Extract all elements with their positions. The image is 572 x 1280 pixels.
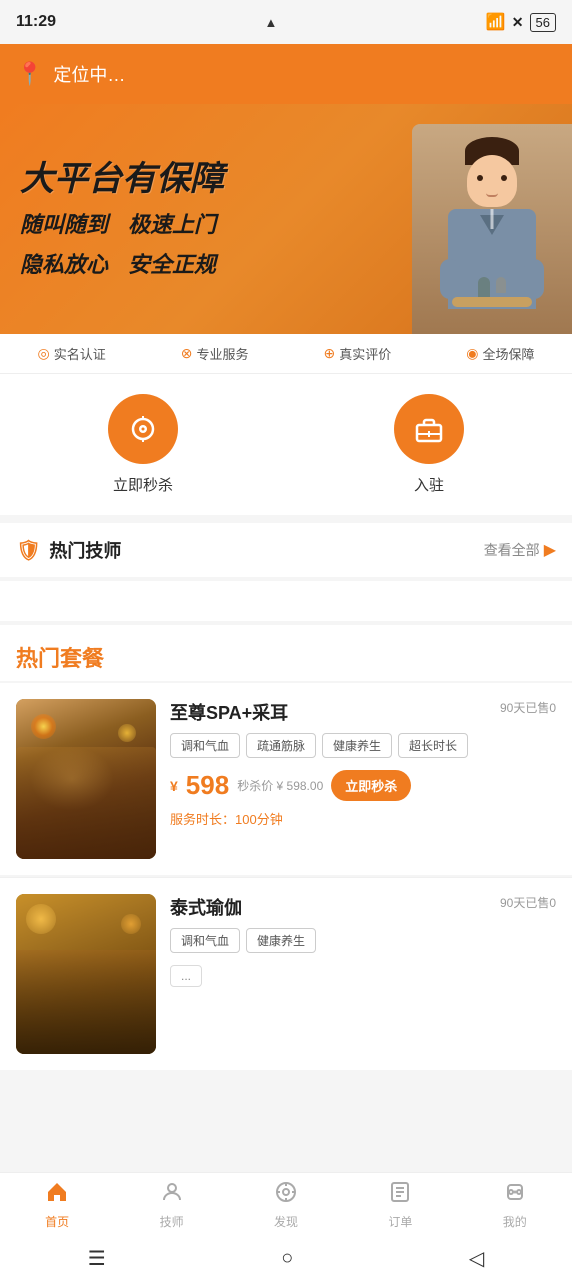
location-icon: 📍 (16, 61, 43, 87)
see-all-arrow: ▶ (544, 540, 556, 560)
trust-icon-4: ◉ (466, 345, 478, 362)
package-tag-2-2: 健康养生 (246, 928, 316, 953)
hot-technician-title: 热门技师 (49, 537, 121, 563)
home-nav-icon (45, 1180, 69, 1210)
banner-text: 大平台有保障 随叫随到 极速上门 隐私放心 安全正规 (20, 159, 552, 280)
nav-mine-label: 我的 (503, 1213, 527, 1230)
seckill-icon (108, 394, 178, 464)
hot-technician-header: 🛡 热门技师 查看全部 ▶ (0, 523, 572, 577)
trust-item-1: ◎ 实名认证 (38, 344, 106, 363)
package-tag-2-3: ... (170, 965, 202, 987)
discover-nav-icon (274, 1180, 298, 1210)
package-tags-2: 调和气血 健康养生 (170, 928, 556, 953)
package-info-1: 至尊SPA+采耳 90天已售0 调和气血 疏通筋脉 健康养生 超长时长 ¥ 59… (170, 699, 556, 859)
settle-label: 入驻 (414, 474, 444, 495)
settle-icon (394, 394, 464, 464)
nav-home[interactable]: 首页 (17, 1180, 97, 1230)
banner-sub-1: 随叫随到 (20, 207, 108, 239)
trust-item-2: ⊗ 专业服务 (181, 344, 249, 363)
location-text: 定位中… (53, 61, 125, 87)
mine-nav-icon (503, 1180, 527, 1210)
see-all-button[interactable]: 查看全部 ▶ (484, 540, 556, 560)
package-tag-1-4: 超长时长 (398, 733, 468, 758)
quick-action-settle[interactable]: 入驻 (394, 394, 464, 495)
trust-label-2: 专业服务 (196, 344, 248, 363)
package-duration-1: 服务时长：100分钟 (170, 809, 556, 828)
nav-technician[interactable]: 技师 (132, 1180, 212, 1230)
technician-section (0, 581, 572, 621)
package-sold-1: 90天已售0 (500, 699, 556, 716)
package-tags-2-more: ... (170, 965, 556, 987)
nav-discover[interactable]: 发现 (246, 1180, 326, 1230)
system-back-button[interactable]: ◁ (469, 1246, 484, 1271)
banner-title: 大平台有保障 (20, 159, 552, 200)
package-image-1 (16, 699, 156, 859)
package-card-2: 泰式瑜伽 90天已售0 调和气血 健康养生 ... (0, 877, 572, 1070)
package-tags-1: 调和气血 疏通筋脉 健康养生 超长时长 (170, 733, 556, 758)
x-icon: ✕ (512, 14, 524, 31)
system-nav: ☰ ○ ◁ (0, 1236, 572, 1280)
banner-sub-2: 极速上门 (128, 207, 216, 239)
nav-orders-label: 订单 (388, 1213, 412, 1230)
package-tag-2-1: 调和气血 (170, 928, 240, 953)
package-card-1: 至尊SPA+采耳 90天已售0 调和气血 疏通筋脉 健康养生 超长时长 ¥ 59… (0, 683, 572, 875)
technician-nav-icon (160, 1180, 184, 1210)
massage-figure-1 (16, 699, 156, 859)
package-image-2 (16, 894, 156, 1054)
package-name-2: 泰式瑜伽 (170, 894, 242, 920)
trust-bar: ◎ 实名认证 ⊗ 专业服务 ⊕ 真实评价 ◉ 全场保障 (0, 334, 572, 374)
status-time: 11:29 (16, 13, 56, 31)
banner: 大平台有保障 随叫随到 极速上门 隐私放心 安全正规 (0, 104, 572, 334)
trust-icon-2: ⊗ (181, 345, 193, 362)
nav-orders[interactable]: 订单 (360, 1180, 440, 1230)
quick-actions: 立即秒杀 入驻 (0, 374, 572, 515)
status-alert: ▲ (265, 15, 278, 30)
nav-technician-label: 技师 (160, 1213, 184, 1230)
system-menu-button[interactable]: ☰ (88, 1246, 106, 1271)
trust-label-4: 全场保障 (482, 344, 534, 363)
package-info-2: 泰式瑜伽 90天已售0 调和气血 健康养生 ... (170, 894, 556, 1054)
system-home-button[interactable]: ○ (281, 1247, 293, 1270)
banner-sub-3: 隐私放心 (20, 247, 108, 279)
seckill-button-1[interactable]: 立即秒杀 (331, 770, 411, 801)
package-sold-2: 90天已售0 (500, 894, 556, 911)
see-all-label: 查看全部 (484, 540, 540, 560)
trust-icon-1: ◎ (38, 345, 50, 362)
package-tag-1-1: 调和气血 (170, 733, 240, 758)
nav-mine[interactable]: 我的 (475, 1180, 555, 1230)
battery-indicator: 56 (530, 13, 556, 32)
seckill-price-text-1: 秒杀价 ¥ 598.00 (237, 777, 323, 794)
price-prefix-1: ¥ (170, 778, 178, 794)
trust-item-4: ◉ 全场保障 (466, 344, 534, 363)
quick-action-seckill[interactable]: 立即秒杀 (108, 394, 178, 495)
banner-sub-4: 安全正规 (128, 247, 216, 279)
package-price-row-1: ¥ 598 秒杀价 ¥ 598.00 立即秒杀 (170, 770, 556, 801)
package-name-row-2: 泰式瑜伽 90天已售0 (170, 894, 556, 920)
package-price-1: 598 (186, 770, 229, 801)
package-name-row-1: 至尊SPA+采耳 90天已售0 (170, 699, 556, 725)
header: 📍 定位中… (0, 44, 572, 104)
nav-discover-label: 发现 (274, 1213, 298, 1230)
nav-home-label: 首页 (45, 1213, 69, 1230)
package-name-1: 至尊SPA+采耳 (170, 699, 288, 725)
banner-row-2: 隐私放心 安全正规 (20, 247, 552, 279)
trust-item-3: ⊕ 真实评价 (323, 344, 391, 363)
seckill-label: 立即秒杀 (113, 474, 173, 495)
shield-icon: 🛡 (16, 538, 41, 563)
section-title-technician: 🛡 热门技师 (16, 537, 121, 563)
status-bar: 11:29 ▲ 📶 ✕ 56 (0, 0, 572, 44)
package-tag-1-2: 疏通筋脉 (246, 733, 316, 758)
package-tag-1-3: 健康养生 (322, 733, 392, 758)
status-icons: 📶 ✕ 56 (486, 12, 556, 32)
trust-label-3: 真实评价 (339, 344, 391, 363)
hot-packages-section: 热门套餐 (0, 625, 572, 681)
hot-packages-title: 热门套餐 (16, 646, 104, 671)
orders-nav-icon (388, 1180, 412, 1210)
trust-label-1: 实名认证 (54, 344, 106, 363)
trust-icon-3: ⊕ (323, 345, 335, 362)
wifi-icon: 📶 (486, 12, 506, 32)
banner-row-1: 随叫随到 极速上门 (20, 207, 552, 239)
bottom-nav: 首页 技师 发现 (0, 1172, 572, 1236)
